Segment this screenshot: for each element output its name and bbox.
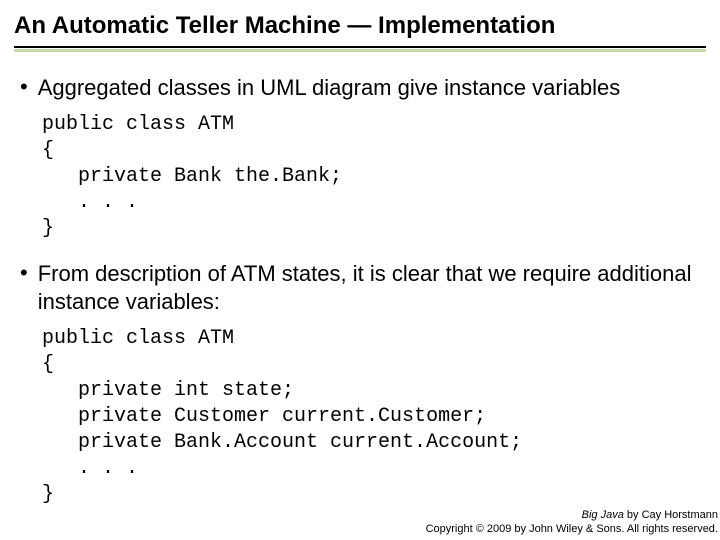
footer-author: by Cay Horstmann — [624, 509, 718, 521]
code-block-2: public class ATM { private int state; pr… — [42, 326, 706, 508]
slide-title: An Automatic Teller Machine — Implementa… — [14, 12, 706, 48]
slide: An Automatic Teller Machine — Implementa… — [0, 0, 720, 508]
slide-content: • Aggregated classes in UML diagram give… — [14, 74, 706, 508]
title-accent-bar — [14, 49, 706, 52]
bullet-dot-icon: • — [20, 260, 28, 286]
code-block-1: public class ATM { private Bank the.Bank… — [42, 112, 706, 242]
footer-line-1: Big Java by Cay Horstmann — [426, 508, 718, 522]
bullet-text: From description of ATM states, it is cl… — [38, 260, 706, 316]
bullet-item: • From description of ATM states, it is … — [14, 260, 706, 316]
footer: Big Java by Cay Horstmann Copyright © 20… — [426, 508, 718, 536]
footer-copyright: Copyright © 2009 by John Wiley & Sons. A… — [426, 522, 718, 536]
bullet-item: • Aggregated classes in UML diagram give… — [14, 74, 706, 102]
footer-book-title: Big Java — [582, 509, 624, 521]
bullet-dot-icon: • — [20, 74, 28, 100]
bullet-text: Aggregated classes in UML diagram give i… — [38, 74, 620, 102]
title-text: An Automatic Teller Machine — Implementa… — [14, 12, 555, 39]
